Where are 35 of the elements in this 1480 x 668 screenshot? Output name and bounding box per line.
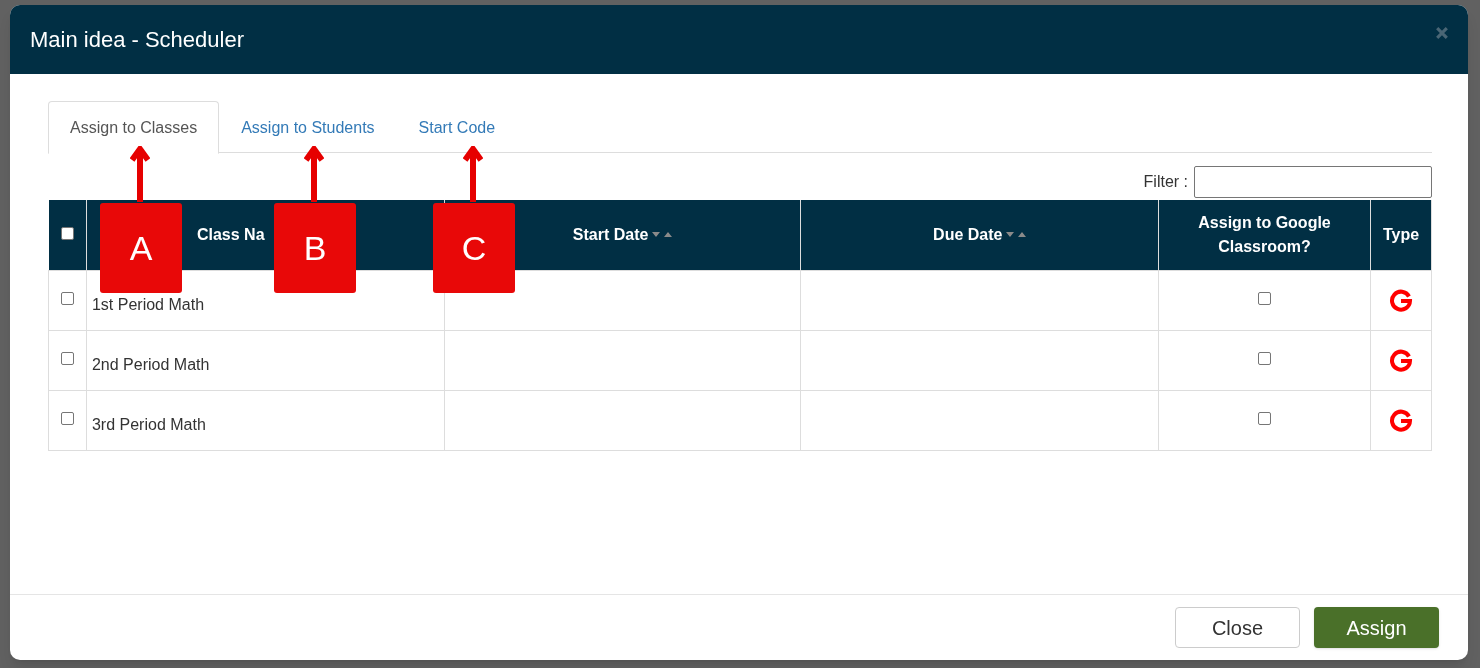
column-header[interactable]: Due Date bbox=[933, 222, 1003, 247]
callout-arrow bbox=[304, 146, 324, 204]
tab[interactable]: Assign to Students bbox=[219, 101, 397, 154]
column-header: Assign to Google Classroom? bbox=[1197, 212, 1332, 257]
select-all-checkbox[interactable] bbox=[60, 226, 74, 240]
class-name: 2nd Period Math bbox=[91, 356, 210, 373]
close-icon[interactable] bbox=[1436, 26, 1448, 39]
dialog-title: Main idea - Scheduler bbox=[30, 26, 244, 54]
filter-field[interactable] bbox=[1194, 166, 1432, 198]
row-checkbox[interactable] bbox=[61, 412, 74, 425]
sort-icon[interactable] bbox=[652, 231, 673, 238]
callout-arrow bbox=[463, 146, 483, 204]
google-classroom-checkbox[interactable] bbox=[1258, 412, 1272, 425]
g-logo-icon bbox=[1389, 288, 1413, 312]
close-button[interactable]: Close bbox=[1175, 607, 1300, 648]
g-logo-icon bbox=[1389, 348, 1413, 372]
row-checkbox[interactable] bbox=[61, 292, 74, 305]
tab[interactable]: Assign to Classes bbox=[48, 101, 220, 154]
class-name: 1st Period Math bbox=[91, 296, 205, 313]
class-name: 3rd Period Math bbox=[91, 416, 206, 433]
assign-button[interactable]: Assign bbox=[1314, 607, 1439, 648]
google-classroom-checkbox[interactable] bbox=[1258, 352, 1272, 365]
column-header: Class Na bbox=[196, 224, 265, 245]
filter-label: Filter : bbox=[1143, 172, 1188, 192]
google-classroom-checkbox[interactable] bbox=[1258, 292, 1272, 305]
column-header[interactable]: Start Date bbox=[572, 222, 649, 247]
callout-arrow bbox=[130, 146, 150, 204]
row-checkbox[interactable] bbox=[61, 352, 74, 365]
callout-label: B bbox=[274, 203, 356, 293]
callout-label: A bbox=[100, 203, 182, 293]
callout-label: C bbox=[433, 203, 515, 293]
column-header: Type bbox=[1382, 224, 1420, 245]
tab[interactable]: Start Code bbox=[396, 101, 518, 154]
g-logo-icon bbox=[1389, 408, 1413, 432]
sort-icon[interactable] bbox=[1006, 231, 1027, 238]
